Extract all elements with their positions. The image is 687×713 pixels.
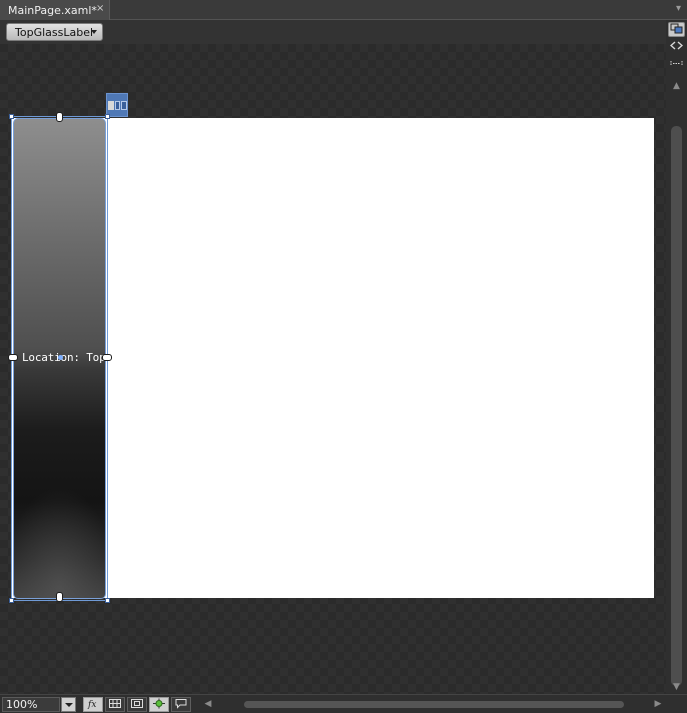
status-toolbar: 100% fx ◀ ▶ — [0, 694, 687, 713]
zoom-dropdown-button[interactable] — [61, 697, 76, 712]
split-view-icon[interactable] — [668, 58, 685, 73]
resize-handle-top-right[interactable] — [105, 114, 110, 119]
location-label: Location: Top — [22, 351, 106, 364]
scroll-up-icon[interactable]: ▲ — [669, 80, 684, 92]
center-point-icon[interactable] — [58, 355, 63, 360]
horizontal-scrollbar-thumb[interactable] — [244, 701, 624, 708]
artboard-effects-icon[interactable] — [149, 697, 169, 712]
resize-handle-top[interactable] — [56, 112, 63, 122]
vertical-scrollbar-thumb[interactable] — [671, 126, 682, 686]
close-icon[interactable]: × — [96, 3, 104, 14]
chevron-down-icon — [65, 703, 73, 707]
annotations-icon[interactable] — [171, 697, 191, 712]
design-view-icon[interactable] — [668, 22, 685, 37]
svg-text:fx: fx — [87, 700, 96, 709]
snap-to-snaplines-icon[interactable] — [127, 697, 147, 712]
resize-handle-bottom-right[interactable] — [105, 598, 110, 603]
fx-icon[interactable]: fx — [83, 697, 103, 712]
resize-handle-left[interactable] — [8, 354, 18, 361]
scroll-right-icon[interactable]: ▶ — [652, 698, 664, 711]
snap-to-grid-icon[interactable] — [105, 697, 125, 712]
resize-handle-bottom-left[interactable] — [9, 598, 14, 603]
tab-title: MainPage.xaml* — [8, 3, 97, 17]
code-view-icon[interactable] — [668, 40, 685, 55]
tab-mainpage[interactable]: MainPage.xaml* × — [0, 0, 110, 20]
resize-handle-right[interactable] — [102, 354, 112, 361]
scroll-left-icon[interactable]: ◀ — [202, 698, 214, 711]
resize-handle-top-left[interactable] — [9, 114, 14, 119]
breadcrumb: TopGlassLabel — [0, 20, 666, 44]
zoom-input[interactable]: 100% — [2, 697, 60, 712]
document-tab-bar: MainPage.xaml* × ▾ — [0, 0, 687, 20]
element-breadcrumb-label: TopGlassLabel — [15, 25, 94, 39]
resize-handle-bottom[interactable] — [56, 592, 63, 602]
chevron-down-icon — [91, 30, 97, 34]
tab-overflow-icon[interactable]: ▾ — [676, 3, 681, 14]
view-mode-strip: ▲ ▼ — [666, 20, 687, 693]
design-canvas[interactable]: Location: Top — [0, 44, 666, 694]
element-breadcrumb-button[interactable]: TopGlassLabel — [6, 23, 103, 41]
scroll-down-icon[interactable]: ▼ — [669, 681, 684, 693]
